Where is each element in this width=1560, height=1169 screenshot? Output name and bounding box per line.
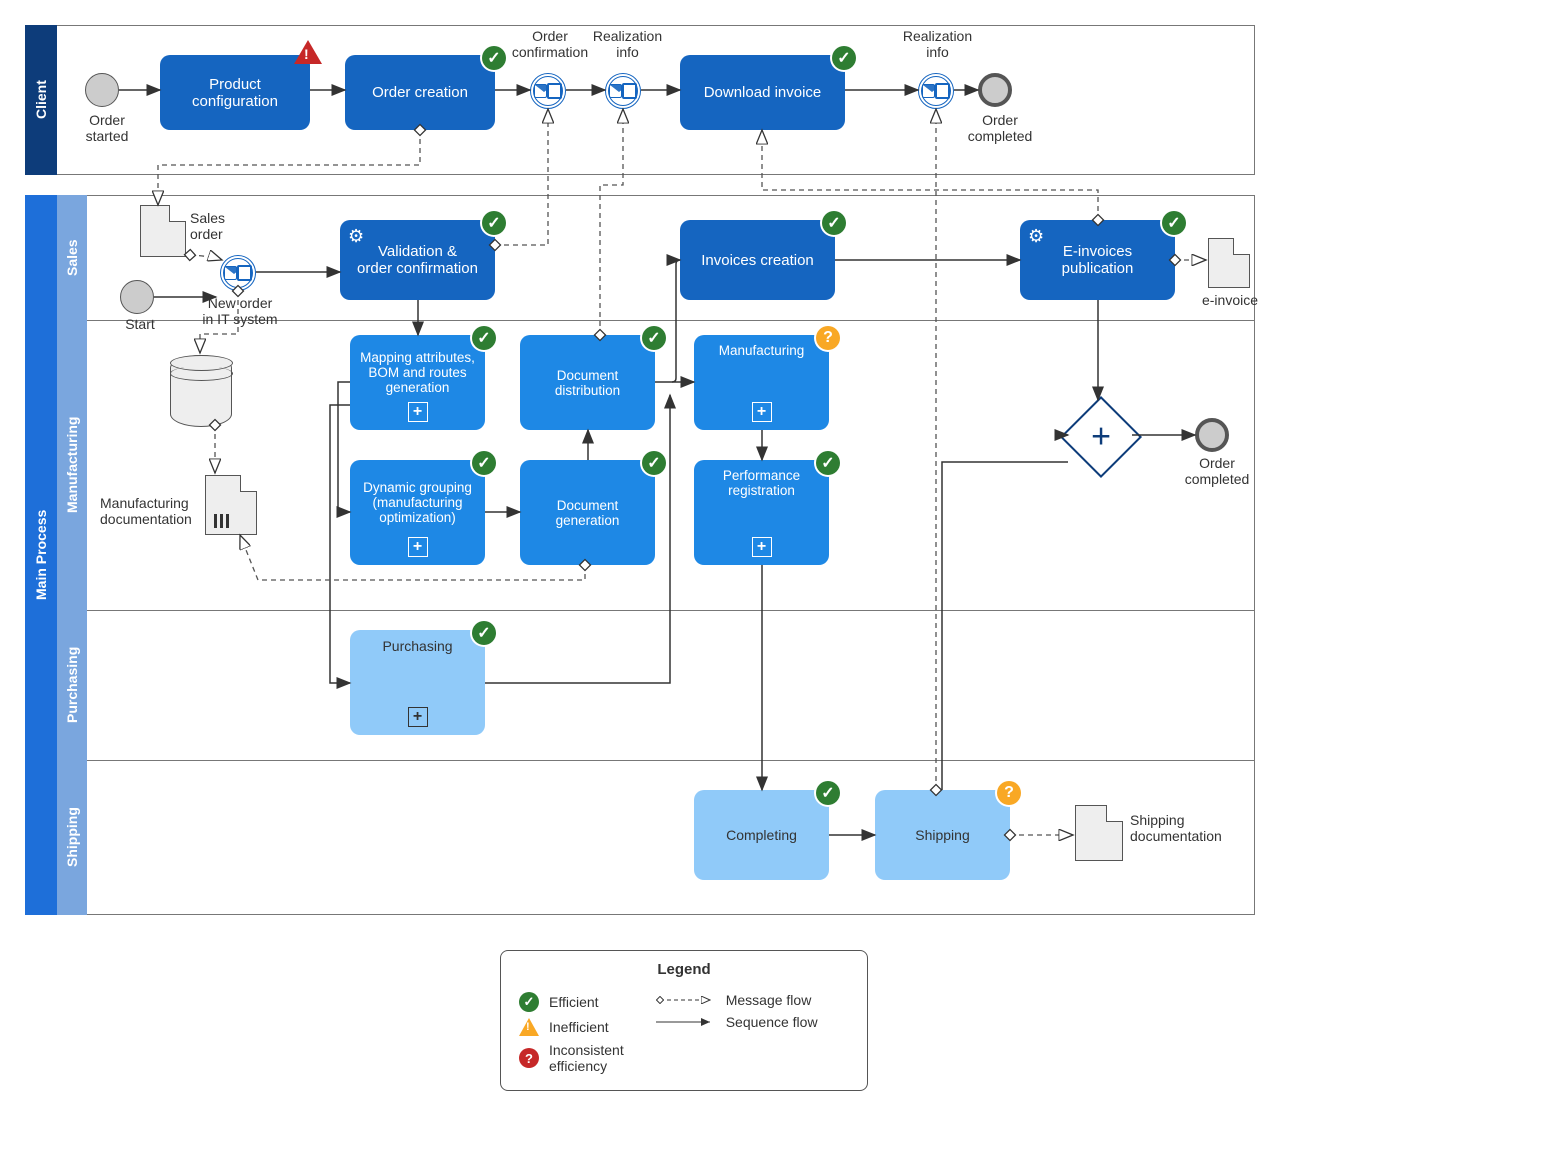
data-store: [170, 355, 232, 427]
data-object-sales-order: [140, 205, 186, 257]
start-event-order-started: [85, 73, 119, 107]
lane-manufacturing-label: Manufacturing: [57, 320, 87, 610]
badge-inefficient-icon: [294, 40, 322, 64]
badge-efficient-icon: ✓: [482, 211, 506, 235]
label-einvoice: e-invoice: [1195, 292, 1265, 308]
badge-inconsistent-icon: ?: [816, 326, 840, 350]
bpmn-diagram: Client Order started Product configurati…: [0, 0, 1560, 1169]
legend-inefficient-icon: [519, 1018, 539, 1036]
data-object-manufacturing-documentation: [205, 475, 257, 535]
legend-inconsistent-label: Inconsistent efficiency: [549, 1042, 624, 1074]
label-order-completed-main: Order completed: [1172, 455, 1262, 487]
data-object-shipping-documentation: [1075, 805, 1123, 861]
badge-efficient-icon: ✓: [1162, 211, 1186, 235]
label-sales-order: Sales order: [190, 210, 250, 242]
badge-efficient-icon: ✓: [472, 621, 496, 645]
gear-icon: ⚙: [348, 226, 364, 247]
lane-purchasing-label: Purchasing: [57, 610, 87, 760]
task-manufacturing[interactable]: Manufacturing +: [694, 335, 829, 430]
legend-inefficient-label: Inefficient: [549, 1019, 609, 1035]
start-event-sales: [120, 280, 154, 314]
legend-message-flow-icon: [654, 993, 716, 1007]
badge-efficient-icon: ✓: [642, 451, 666, 475]
end-event-order-completed-main: [1195, 418, 1229, 452]
lane-divider: [87, 760, 1255, 761]
lane-divider: [87, 610, 1255, 611]
task-performance-registration[interactable]: Performance registration +: [694, 460, 829, 565]
label-shipping-documentation: Shipping documentation: [1130, 812, 1250, 844]
legend-sequence-flow-icon: [654, 1015, 716, 1029]
label-order-started: Order started: [72, 112, 142, 144]
task-purchasing[interactable]: Purchasing +: [350, 630, 485, 735]
badge-efficient-icon: ✓: [822, 211, 846, 235]
subprocess-marker-icon: +: [408, 402, 428, 422]
legend-efficient-label: Efficient: [549, 994, 599, 1010]
task-completing[interactable]: Completing: [694, 790, 829, 880]
gear-icon: ⚙: [1028, 226, 1044, 247]
badge-efficient-icon: ✓: [832, 46, 856, 70]
end-event-order-completed-client: [978, 73, 1012, 107]
task-mapping-attributes[interactable]: Mapping attributes, BOM and routes gener…: [350, 335, 485, 430]
data-object-einvoice: [1208, 238, 1250, 288]
badge-efficient-icon: ✓: [816, 451, 840, 475]
msg-event-realization-info-2: [918, 73, 954, 109]
task-document-distribution[interactable]: Document distribution: [520, 335, 655, 430]
legend-efficient-icon: ✓: [519, 992, 539, 1012]
task-einvoices-publication[interactable]: ⚙ E-invoices publication: [1020, 220, 1175, 300]
task-validation-order-confirmation[interactable]: ⚙ Validation & order confirmation: [340, 220, 495, 300]
subprocess-marker-icon: +: [752, 402, 772, 422]
subprocess-marker-icon: +: [752, 537, 772, 557]
label-manufacturing-documentation: Manufacturing documentation: [100, 495, 210, 527]
badge-efficient-icon: ✓: [472, 451, 496, 475]
subprocess-marker-icon: +: [408, 537, 428, 557]
legend-title: Legend: [519, 961, 849, 978]
msg-event-realization-info-1: [605, 73, 641, 109]
subprocess-marker-icon: +: [408, 707, 428, 727]
legend-inconsistent-icon: ?: [519, 1048, 539, 1068]
task-download-invoice[interactable]: Download invoice: [680, 55, 845, 130]
legend-sequence-flow-label: Sequence flow: [726, 1014, 818, 1030]
task-product-configuration[interactable]: Product configuration: [160, 55, 310, 130]
task-document-generation[interactable]: Document generation: [520, 460, 655, 565]
main-pool-label: Main Process: [25, 195, 57, 915]
label-start: Start: [115, 316, 165, 332]
badge-inconsistent-icon: ?: [997, 781, 1021, 805]
task-order-creation[interactable]: Order creation: [345, 55, 495, 130]
badge-efficient-icon: ✓: [816, 781, 840, 805]
lane-sales-label: Sales: [57, 195, 87, 320]
badge-efficient-icon: ✓: [642, 326, 666, 350]
task-dynamic-grouping[interactable]: Dynamic grouping (manufacturing optimiza…: [350, 460, 485, 565]
task-shipping[interactable]: Shipping: [875, 790, 1010, 880]
legend: Legend ✓ Efficient Inefficient ? Inconsist…: [500, 950, 868, 1091]
label-new-order: New order in IT system: [180, 295, 300, 327]
legend-message-flow-label: Message flow: [726, 992, 812, 1008]
lane-shipping-label: Shipping: [57, 760, 87, 915]
label-realization-info-1: Realization info: [580, 28, 675, 60]
client-pool-label: Client: [25, 25, 57, 175]
msg-event-order-confirmation: [530, 73, 566, 109]
task-invoices-creation[interactable]: Invoices creation: [680, 220, 835, 300]
label-realization-info-2: Realization info: [890, 28, 985, 60]
label-order-completed-client: Order completed: [955, 112, 1045, 144]
badge-efficient-icon: ✓: [472, 326, 496, 350]
msg-event-new-order: [220, 255, 256, 291]
